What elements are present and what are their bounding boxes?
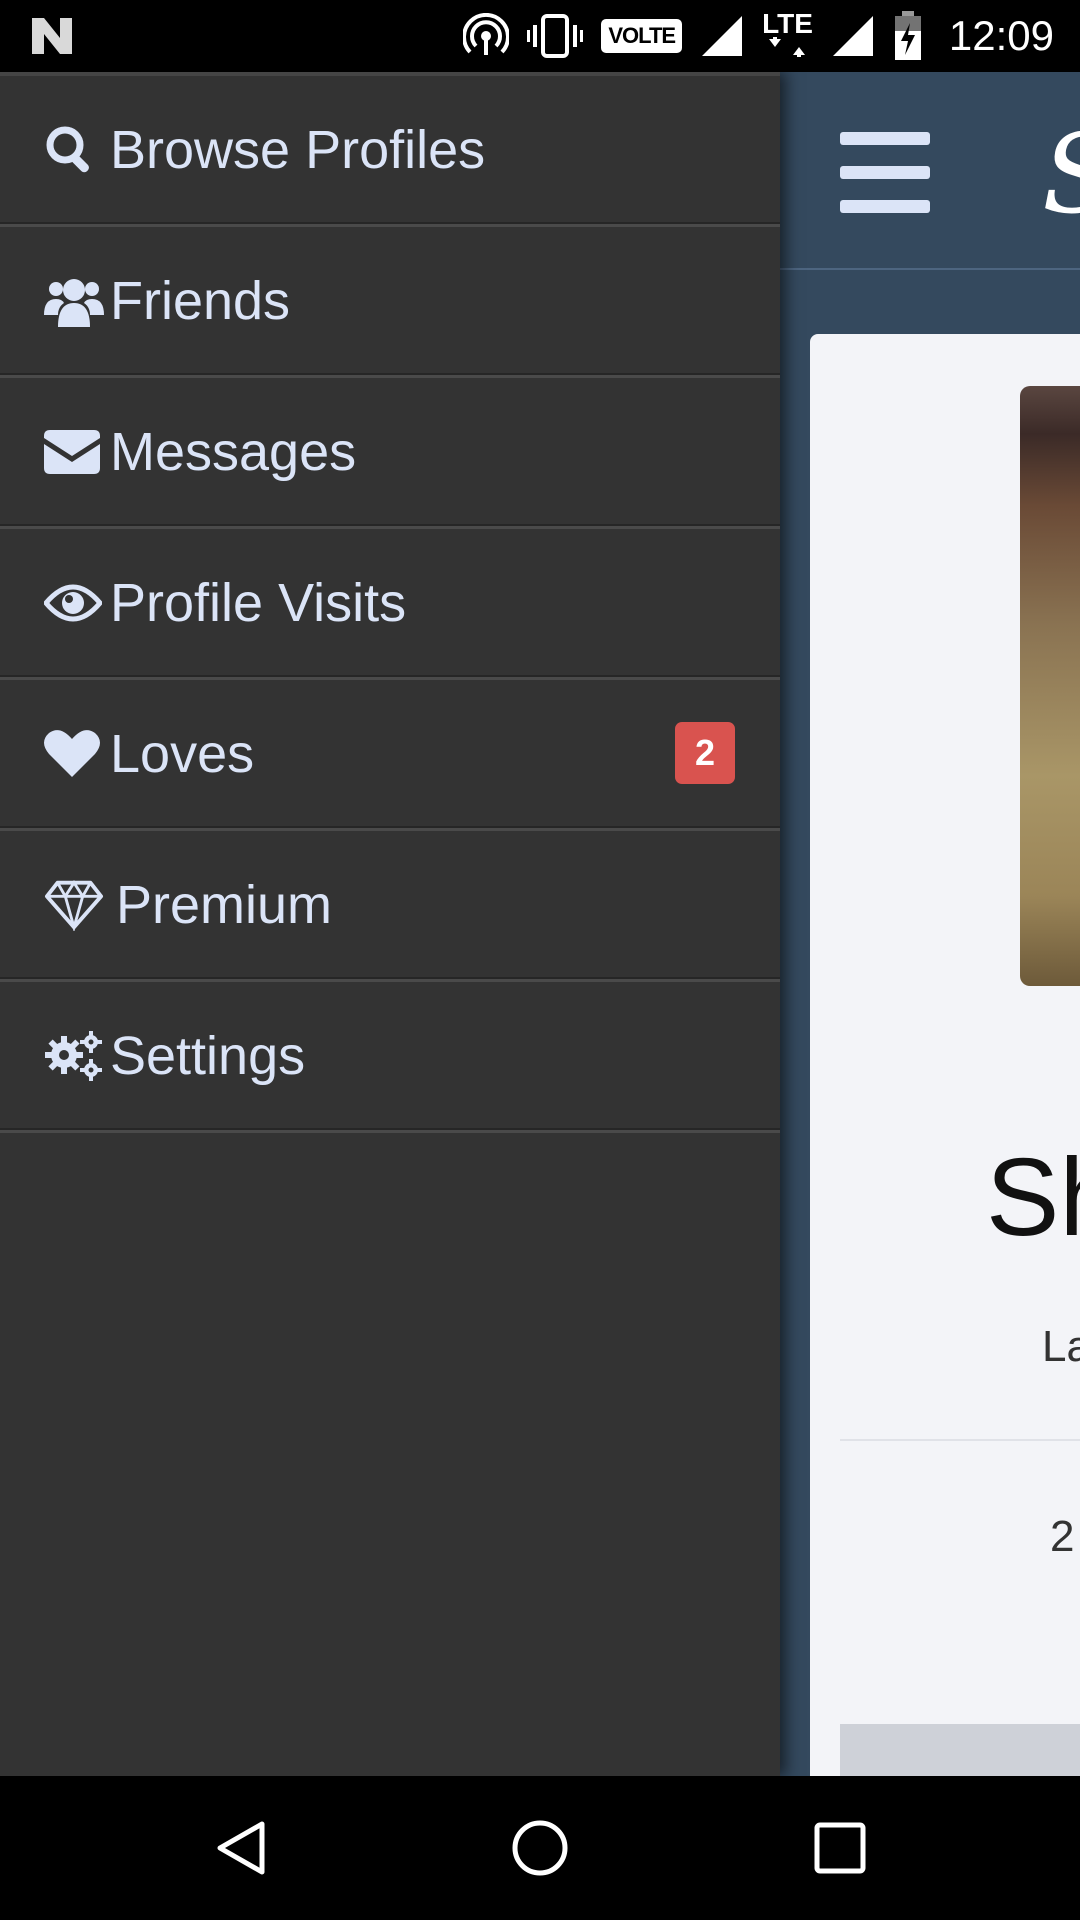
main-page: S Sh La 2 bbox=[780, 72, 1080, 1874]
navigation-drawer: Browse Profiles Friends Messages Profile… bbox=[0, 72, 780, 1776]
envelope-icon bbox=[44, 422, 104, 482]
data-arrows-icon bbox=[769, 37, 806, 57]
screen: VOLTE LTE 12:09 S La 2 Browse Profiles F… bbox=[0, 0, 1080, 1920]
profile-card: Sh La 2 bbox=[810, 334, 1080, 1874]
gears-icon bbox=[44, 1026, 104, 1086]
clock: 12:09 bbox=[948, 12, 1054, 59]
battery-charging-icon bbox=[893, 11, 923, 61]
signal-icon bbox=[700, 14, 744, 58]
card-divider bbox=[840, 1439, 1080, 1441]
lte-label: LTE bbox=[762, 8, 813, 39]
profile-stat: 2 bbox=[1050, 1512, 1075, 1561]
drawer-item-profile-visits[interactable]: Profile Visits bbox=[0, 529, 780, 680]
brand-logo: S bbox=[1042, 110, 1080, 238]
heart-icon bbox=[44, 724, 104, 784]
drawer-item-loves[interactable]: Loves 2 bbox=[0, 680, 780, 831]
volte-label: VOLTE bbox=[601, 19, 683, 53]
signal-icon-2 bbox=[831, 14, 875, 58]
profile-photo[interactable] bbox=[1020, 386, 1080, 986]
home-icon[interactable] bbox=[510, 1818, 570, 1878]
profile-subtitle: La bbox=[1042, 1322, 1080, 1371]
drawer-item-label: Loves bbox=[110, 724, 255, 784]
diamond-icon bbox=[44, 875, 104, 935]
loves-count-badge: 2 bbox=[675, 722, 735, 784]
search-icon bbox=[44, 120, 104, 180]
drawer-item-premium[interactable]: Premium bbox=[0, 831, 780, 982]
eye-icon bbox=[44, 573, 104, 633]
android-n-icon bbox=[32, 18, 72, 54]
drawer-item-label: Messages bbox=[110, 422, 357, 482]
drawer-item-label: Browse Profiles bbox=[110, 120, 486, 180]
drawer-item-settings[interactable]: Settings bbox=[0, 982, 780, 1133]
users-icon bbox=[44, 271, 104, 331]
drawer-item-label: Friends bbox=[110, 271, 291, 331]
drawer-item-label: Settings bbox=[110, 1026, 306, 1086]
drawer-item-messages[interactable]: Messages bbox=[0, 378, 780, 529]
system-nav-bar bbox=[0, 1776, 1080, 1920]
hamburger-menu-icon[interactable] bbox=[840, 132, 930, 213]
back-icon[interactable] bbox=[212, 1818, 272, 1878]
hotspot-icon bbox=[463, 13, 510, 59]
drawer-item-friends[interactable]: Friends bbox=[0, 227, 780, 378]
drawer-item-label: Profile Visits bbox=[110, 573, 407, 633]
header-divider bbox=[780, 268, 1080, 270]
recents-icon[interactable] bbox=[810, 1818, 870, 1878]
vibrate-icon bbox=[527, 13, 584, 59]
profile-name: Sh bbox=[986, 1136, 1080, 1259]
volte-badge: VOLTE bbox=[601, 19, 683, 53]
drawer-item-browse-profiles[interactable]: Browse Profiles bbox=[0, 76, 780, 227]
drawer-item-label: Premium bbox=[116, 875, 333, 935]
status-bar: VOLTE LTE 12:09 bbox=[0, 0, 1080, 72]
lte-indicator: LTE bbox=[762, 8, 813, 60]
